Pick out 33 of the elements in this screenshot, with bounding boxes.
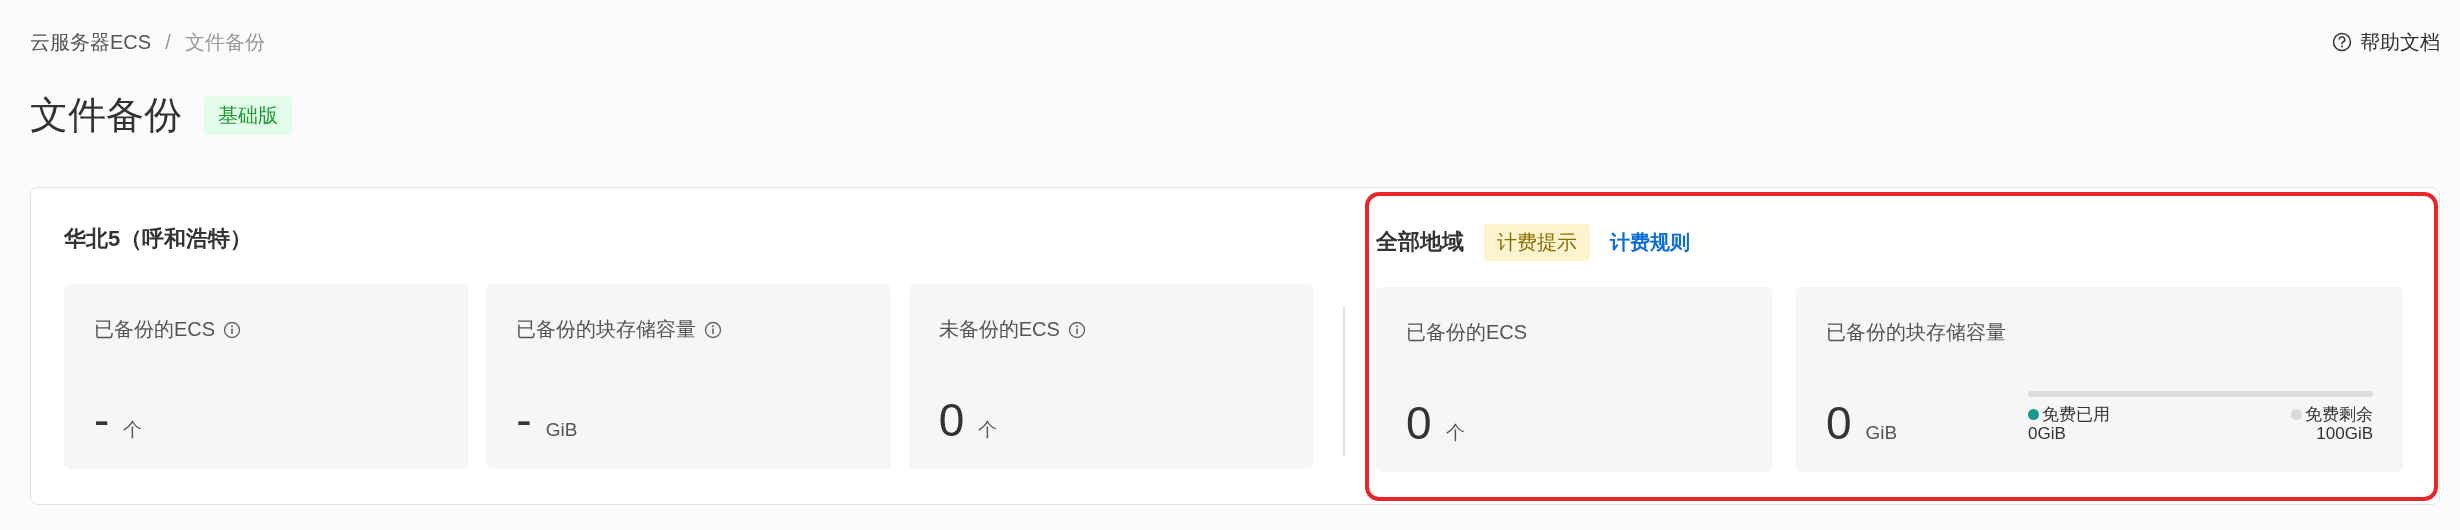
legend-value: 0GiB	[2028, 424, 2067, 444]
help-link[interactable]: 帮助文档	[2332, 28, 2440, 56]
stat-value: 0	[1826, 400, 1852, 446]
stat-value: -	[516, 397, 532, 443]
stat-label: 已备份的ECS	[94, 317, 216, 342]
stat-unit: 个	[123, 418, 143, 442]
legend-label: 免费剩余	[2305, 404, 2373, 425]
stat-label: 已备份的ECS	[1406, 320, 1528, 345]
stat-value: 0	[938, 397, 965, 443]
stat-value: 0	[1406, 400, 1432, 446]
page-title: 文件备份	[30, 92, 182, 138]
breadcrumb-item[interactable]: 云服务器ECS	[30, 28, 152, 56]
legend-label: 免费已用	[2042, 404, 2110, 425]
info-icon[interactable]	[223, 320, 242, 339]
legend-value: 100GiB	[2316, 424, 2373, 444]
billing-rules-link[interactable]: 计费规则	[1610, 228, 1690, 256]
info-icon[interactable]	[704, 320, 723, 339]
section-title: 华北5（呼和浩特）	[64, 225, 254, 253]
stat-label: 已备份的块存储容量	[516, 317, 697, 342]
breadcrumb-item: 文件备份	[184, 29, 265, 55]
stat-unit: 个	[1445, 421, 1465, 445]
stat-label: 未备份的ECS	[938, 317, 1060, 342]
section-title: 全部地域	[1376, 228, 1464, 256]
stat-label: 已备份的块存储容量	[1826, 320, 2006, 345]
stat-unit: GiB	[1865, 422, 1898, 444]
stat-value: -	[94, 397, 110, 443]
stat-unit: GiB	[545, 419, 578, 441]
help-icon	[2332, 32, 2352, 52]
info-icon[interactable]	[1067, 320, 1086, 339]
billing-tip-tag[interactable]: 计费提示	[1484, 223, 1590, 261]
stat-unit: 个	[978, 418, 998, 442]
breadcrumb-separator: /	[165, 30, 171, 54]
edition-badge: 基础版	[204, 95, 292, 135]
